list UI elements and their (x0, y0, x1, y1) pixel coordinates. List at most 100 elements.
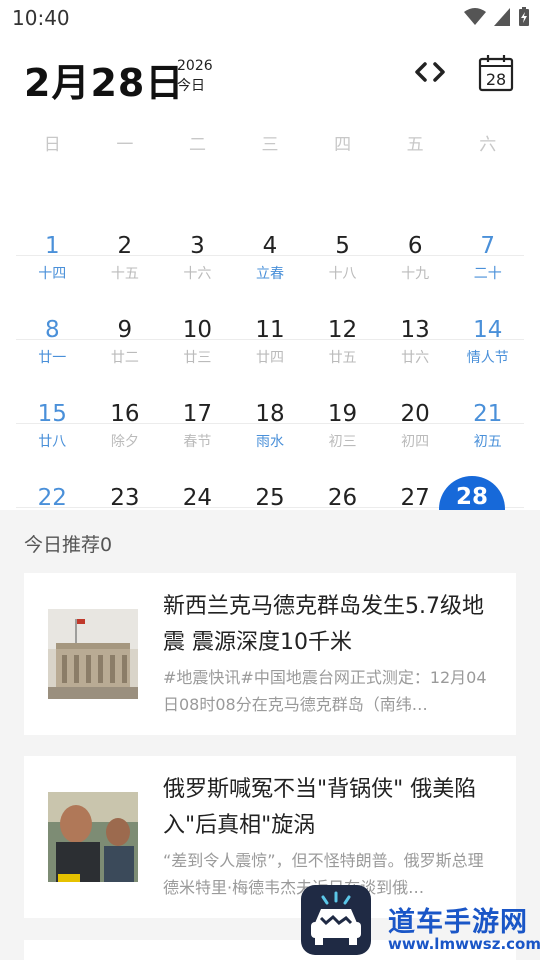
calendar-week-row: 1 十四 2 十五 3 十六 4 立春 5 十八 6 十九 7 二十 (16, 228, 524, 312)
weekday-label: 三 (261, 135, 279, 155)
calendar-day-cell[interactable]: 1 十四 (16, 228, 88, 284)
lunar-label: 廿四 (256, 350, 284, 366)
calendar-day-cell[interactable]: 8 廿一 (16, 312, 88, 368)
day-number[interactable]: 15 (16, 396, 88, 432)
day-number[interactable]: 5 (307, 228, 379, 264)
date-sub: 2026 今日 (177, 56, 213, 96)
day-number[interactable]: 11 (234, 312, 306, 348)
calendar-week-row: 15 廿八 16 除夕 17 春节 18 雨水 19 初三 20 初四 21 初五 (16, 396, 524, 480)
calendar-day-cell[interactable]: 16 除夕 (89, 396, 161, 452)
day-number[interactable]: 16 (89, 396, 161, 432)
lunar-label: 廿八 (38, 434, 67, 450)
app-logo-button[interactable] (301, 885, 371, 955)
day-number[interactable]: 13 (379, 312, 451, 348)
calendar-day-cell[interactable]: 20 初四 (379, 396, 451, 452)
calendar-day-cell[interactable]: 18 雨水 (234, 396, 306, 452)
car-icon[interactable] (301, 885, 371, 955)
signal-icon (494, 8, 510, 26)
calendar-header: 2月28日 2026 今日 28 (0, 52, 540, 105)
news-title[interactable]: 俄罗斯喊冤不当"背锅侠" 俄美陷入"后真相"旋涡 (163, 772, 493, 844)
lunar-label: 除夕 (110, 434, 139, 450)
month-nav-button[interactable] (414, 58, 446, 90)
weekday-label: 一 (116, 135, 134, 155)
calendar-day-cell[interactable]: 15 廿八 (16, 396, 88, 452)
day-number[interactable]: 10 (161, 312, 233, 348)
lunar-label: 廿二 (110, 350, 139, 366)
news-card[interactable]: 俄罗斯喊冤不当"背锅侠" 俄美陷入"后真相"旋涡 “差到令人震惊”，但不怪特朗普… (24, 756, 516, 918)
day-number[interactable]: 2 (89, 228, 161, 264)
calendar-day-cell[interactable]: 13 廿六 (379, 312, 451, 368)
lunar-label: 廿五 (328, 350, 357, 366)
year-label: 2026 (177, 58, 213, 74)
weekday-label: 五 (406, 135, 424, 155)
calendar-day-cell[interactable]: 11 廿四 (234, 312, 306, 368)
lunar-label: 初四 (401, 434, 430, 450)
code-arrows-icon[interactable] (414, 58, 446, 86)
news-thumbnail (48, 609, 138, 699)
lunar-label: 十四 (38, 266, 67, 282)
lunar-label: 廿一 (38, 350, 67, 366)
weekday-row: 日 一 二 三 四 五 六 (16, 130, 524, 155)
recommend-panel: 今日推荐0 新西兰克马德克群岛发生5.7级地震 震源深度10千米 #地震快讯#中… (0, 510, 540, 960)
battery-icon (519, 7, 529, 26)
day-number[interactable]: 19 (307, 396, 379, 432)
today-calendar-button[interactable]: 28 (478, 54, 514, 96)
lunar-label: 雨水 (256, 434, 284, 450)
day-number[interactable]: 8 (16, 312, 88, 348)
watermark-url: www.lmwwsz.com (388, 935, 540, 953)
calendar-day-cell[interactable]: 21 初五 (452, 396, 524, 452)
weekday-label: 日 (43, 135, 61, 155)
calendar-day-cell[interactable]: 19 初三 (307, 396, 379, 452)
news-card[interactable]: 新西兰克马德克群岛发生5.7级地震 震源深度10千米 #地震快讯#中国地震台网正… (24, 573, 516, 735)
calendar-day-cell[interactable]: 10 廿三 (161, 312, 233, 368)
watermark-title: 道车手游网 (388, 907, 528, 938)
lunar-label: 十九 (401, 266, 430, 282)
selected-day-number[interactable]: 28 (439, 484, 505, 510)
lunar-label: 十五 (110, 266, 139, 282)
calendar-day-cell[interactable]: 7 二十 (452, 228, 524, 284)
lunar-label: 十八 (328, 266, 357, 282)
day-number[interactable]: 3 (161, 228, 233, 264)
day-number[interactable]: 1 (16, 228, 88, 264)
day-number[interactable]: 17 (161, 396, 233, 432)
weekday-label: 二 (188, 135, 206, 155)
lunar-label: 二十 (473, 266, 502, 282)
day-number[interactable]: 9 (89, 312, 161, 348)
day-number[interactable]: 14 (452, 312, 524, 348)
current-date: 2月28日 (24, 61, 185, 105)
lunar-label: 立春 (256, 266, 284, 282)
lunar-label: 十六 (183, 266, 212, 282)
calendar-day-cell[interactable]: 3 十六 (161, 228, 233, 284)
day-number[interactable]: 6 (379, 228, 451, 264)
calendar-day-cell[interactable]: 17 春节 (161, 396, 233, 452)
calendar-icon-day: 28 (486, 70, 506, 89)
status-icons (464, 7, 530, 27)
status-time: 10:40 (12, 6, 70, 30)
calendar-day-cell[interactable]: 5 十八 (307, 228, 379, 284)
news-title[interactable]: 新西兰克马德克群岛发生5.7级地震 震源深度10千米 (163, 589, 493, 661)
day-number[interactable]: 7 (452, 228, 524, 264)
calendar-day-cell[interactable]: 12 廿五 (307, 312, 379, 368)
calendar-day-cell[interactable]: 6 十九 (379, 228, 451, 284)
day-number[interactable]: 12 (307, 312, 379, 348)
lunar-label: 情人节 (466, 350, 509, 366)
site-watermark: 道车手游网 www.lmwwsz.com (388, 900, 540, 953)
calendar-icon[interactable]: 28 (478, 54, 514, 92)
calendar-day-cell[interactable]: 4 立春 (234, 228, 306, 284)
lunar-label: 初五 (473, 434, 502, 450)
status-bar: 10:40 (0, 0, 540, 36)
day-number[interactable]: 18 (234, 396, 306, 432)
calendar-week-row: 8 廿一 9 廿二 10 廿三 11 廿四 12 廿五 13 廿六 14 情人节 (16, 312, 524, 396)
calendar-day-cell[interactable]: 9 廿二 (89, 312, 161, 368)
calendar-day-cell[interactable]: 2 十五 (89, 228, 161, 284)
news-summary: #地震快讯#中国地震台网正式测定：12月04日08时08分在克马德克群岛（南纬… (163, 668, 487, 714)
weekday-label: 六 (479, 135, 497, 155)
news-thumbnail (48, 792, 138, 882)
lunar-label: 春节 (183, 434, 212, 450)
recommend-title: 今日推荐0 (24, 534, 113, 556)
calendar-day-cell[interactable]: 14 情人节 (452, 312, 524, 368)
today-label: 今日 (177, 78, 205, 94)
day-number[interactable]: 20 (379, 396, 451, 432)
day-number[interactable]: 21 (452, 396, 524, 432)
day-number[interactable]: 4 (234, 228, 306, 264)
